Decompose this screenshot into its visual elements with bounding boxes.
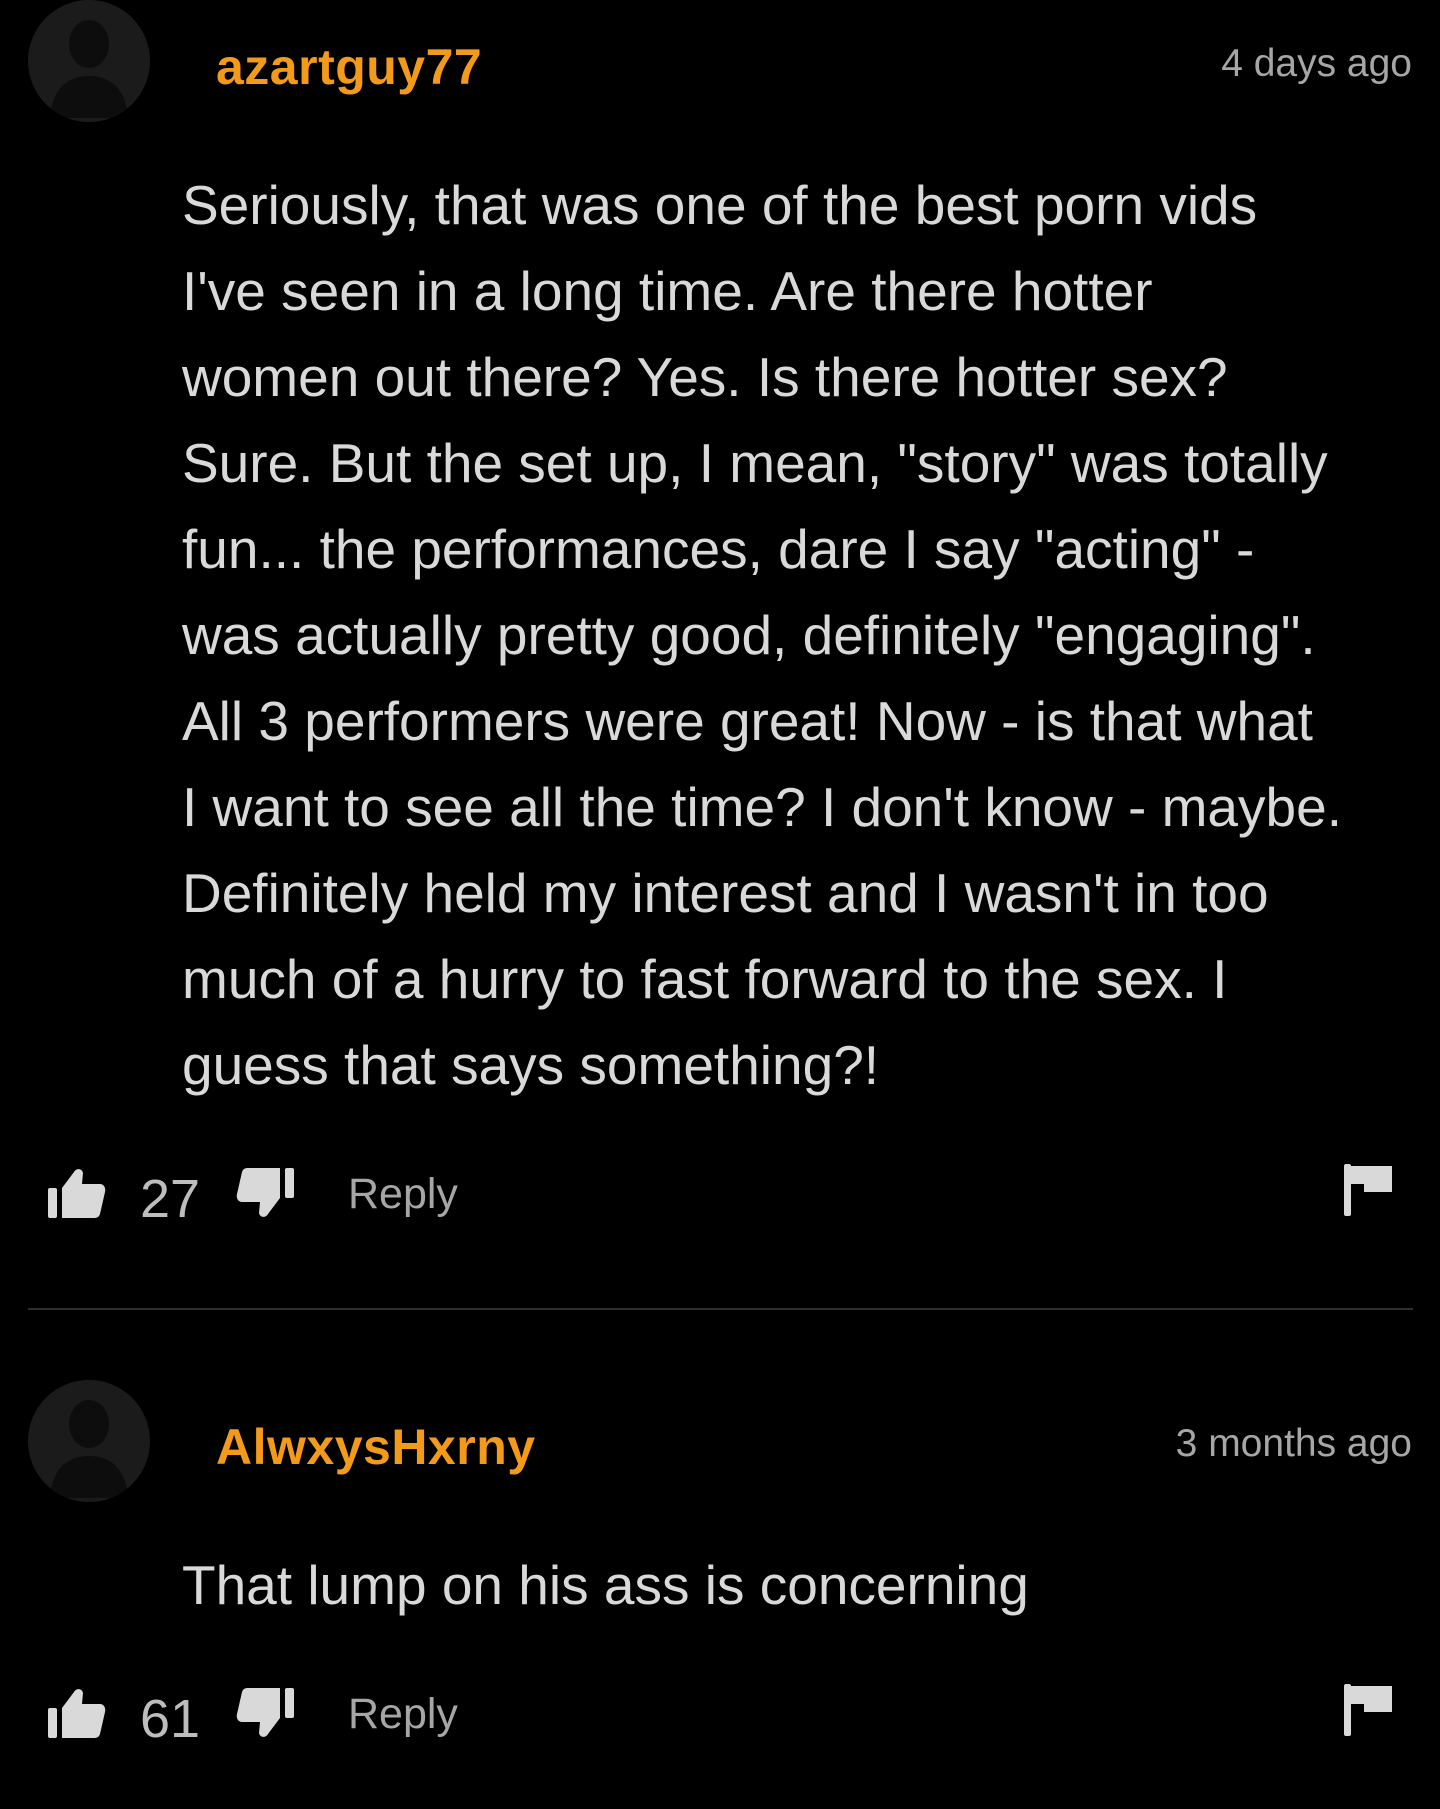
comment-username[interactable]: azartguy77 (216, 38, 482, 96)
flag-button[interactable] (1342, 1162, 1394, 1218)
like-count: 61 (140, 1689, 201, 1749)
comment-divider (28, 1308, 1413, 1310)
comment-actions: 27 Reply (0, 1162, 1440, 1242)
thumbs-down-button[interactable] (234, 1682, 296, 1744)
thumbs-up-icon (48, 1689, 106, 1738)
like-count: 27 (140, 1169, 201, 1229)
thumbs-up-button[interactable] (46, 1682, 108, 1744)
thumbs-down-icon (236, 1688, 294, 1737)
comment-username[interactable]: AlwxysHxrny (216, 1418, 536, 1476)
thumbs-up-button[interactable] (46, 1162, 108, 1224)
comment-text: That lump on his ass is concerning (182, 1554, 1029, 1616)
avatar[interactable] (28, 1380, 150, 1502)
comment-text: Seriously, that was one of the best porn… (182, 174, 1342, 1096)
flag-icon (1344, 1164, 1392, 1216)
comment-actions: 61 Reply (0, 1682, 1440, 1762)
comment-timestamp: 3 months ago (1175, 1422, 1412, 1465)
avatar-placeholder-icon (28, 0, 150, 122)
reply-button[interactable]: Reply (348, 1170, 458, 1219)
flag-button[interactable] (1342, 1682, 1394, 1738)
flag-icon (1344, 1684, 1392, 1736)
avatar-placeholder-icon (28, 1380, 150, 1502)
thumbs-down-icon (236, 1168, 294, 1217)
comment-timestamp: 4 days ago (1221, 42, 1412, 85)
thumbs-down-button[interactable] (234, 1162, 296, 1224)
reply-button[interactable]: Reply (348, 1690, 458, 1739)
avatar[interactable] (28, 0, 150, 122)
thumbs-up-icon (48, 1169, 106, 1218)
